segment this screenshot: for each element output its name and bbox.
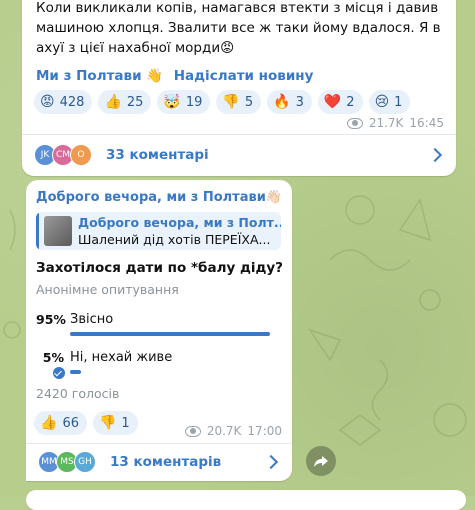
reply-text: Шалений дід хотів ПЕРЕЇХА... [78, 232, 271, 247]
reaction-count: 1 [121, 415, 130, 431]
send-news-link[interactable]: Надіслати новину [174, 68, 314, 84]
views-count: 21.7K [368, 116, 404, 130]
reply-thumbnail [44, 216, 72, 246]
reaction-chip[interactable]: 👍 25 [98, 90, 152, 114]
message-links: Ми з Полтави 👋 Надіслати новину [36, 68, 319, 84]
reaction-emoji: 👍 [104, 94, 122, 110]
poll-option-percent: 5% [42, 350, 64, 365]
reactions-bar: 👍 66 👎 1 [34, 411, 138, 435]
poll-type: Анонімне опитування [36, 282, 179, 297]
reaction-count: 25 [126, 94, 144, 110]
views-count: 20.7K [206, 424, 242, 438]
reaction-emoji: ❤️ [323, 94, 342, 110]
reaction-emoji: 🔥 [273, 94, 291, 110]
share-button[interactable] [306, 446, 336, 476]
reaction-emoji: 👎 [222, 94, 240, 110]
chevron-right-icon [427, 147, 443, 163]
poll-option-label: Ні, нехай живе [70, 350, 173, 365]
message-card [26, 490, 466, 510]
poll-option[interactable]: 95% Звісно [36, 312, 280, 338]
share-icon [314, 456, 328, 467]
reaction-chip[interactable]: 😢 1 [368, 90, 411, 114]
commenter-avatars: JK CM O [34, 144, 106, 166]
check-icon [52, 366, 66, 380]
views-icon [346, 117, 363, 129]
message-meta: 20.7K 17:00 [184, 424, 282, 438]
reaction-count: 3 [295, 94, 304, 110]
reaction-count: 66 [62, 415, 79, 431]
channel-link[interactable]: Ми з Полтави 👋 [36, 68, 163, 84]
comments-label: 33 коментарі [106, 147, 209, 163]
reaction-emoji: 👎 [98, 415, 117, 431]
poll-option-bar [70, 332, 270, 336]
poll-option[interactable]: 5% Ні, нехай живе [36, 350, 280, 380]
reaction-emoji: 😡 [40, 94, 55, 110]
message-meta: 21.7K 16:45 [346, 116, 444, 130]
reaction-chip[interactable]: 👎 1 [92, 411, 138, 435]
reaction-chip[interactable]: 😡 428 [34, 90, 93, 114]
reaction-count: 1 [394, 94, 403, 110]
views-icon [184, 425, 201, 437]
reactions-bar: 😡 428 👍 25 🤯 19 👎 5 🔥 3 ❤️ 2 😢 1 [34, 90, 411, 114]
message-text: Коли викликали копів, намагався втекти з… [36, 0, 441, 56]
poll-option-bar [70, 370, 81, 374]
channel-name[interactable]: Доброго вечора, ми з Полтави👋🏻 [36, 190, 282, 205]
reaction-emoji: 👍 [40, 415, 58, 431]
reply-preview[interactable]: Доброго вечора, ми з Полт... Шалений дід… [36, 212, 281, 250]
poll-votes: 2420 голосів [36, 386, 120, 401]
poll-message-card: Доброго вечора, ми з Полтави👋🏻 Доброго в… [26, 180, 292, 481]
message-time: 17:00 [247, 424, 282, 438]
comments-label: 13 коментарів [110, 454, 222, 470]
poll-question: Захотілося дати по *балу діду? [36, 260, 284, 276]
reaction-emoji: 🤯 [163, 94, 181, 110]
poll-option-percent: 95% [36, 312, 66, 327]
message-card: Коли викликали копів, намагався втекти з… [22, 0, 456, 176]
reaction-count: 19 [185, 94, 203, 110]
reaction-chip[interactable]: 🤯 19 [157, 90, 211, 114]
reaction-count: 5 [244, 94, 254, 110]
commenter-avatars: MM MS GH [38, 451, 110, 473]
reaction-count: 2 [346, 94, 355, 110]
reaction-emoji: 😢 [374, 94, 390, 110]
chevron-right-icon [263, 454, 279, 470]
avatar: O [70, 144, 92, 166]
message-time: 16:45 [409, 116, 444, 130]
avatar: GH [74, 451, 96, 473]
comments-button[interactable]: JK CM O 33 коментарі [22, 135, 456, 175]
poll-option-label: Звісно [70, 312, 114, 327]
reaction-chip[interactable]: 👍 66 [34, 411, 87, 435]
reaction-chip[interactable]: 🔥 3 [267, 90, 312, 114]
reaction-chip[interactable]: ❤️ 2 [317, 90, 363, 114]
reply-title: Доброго вечора, ми з Полт... [78, 215, 281, 230]
comments-button[interactable]: MM MS GH 13 коментарів [26, 443, 292, 481]
reaction-chip[interactable]: 👎 5 [216, 90, 262, 114]
reaction-count: 428 [59, 94, 85, 110]
